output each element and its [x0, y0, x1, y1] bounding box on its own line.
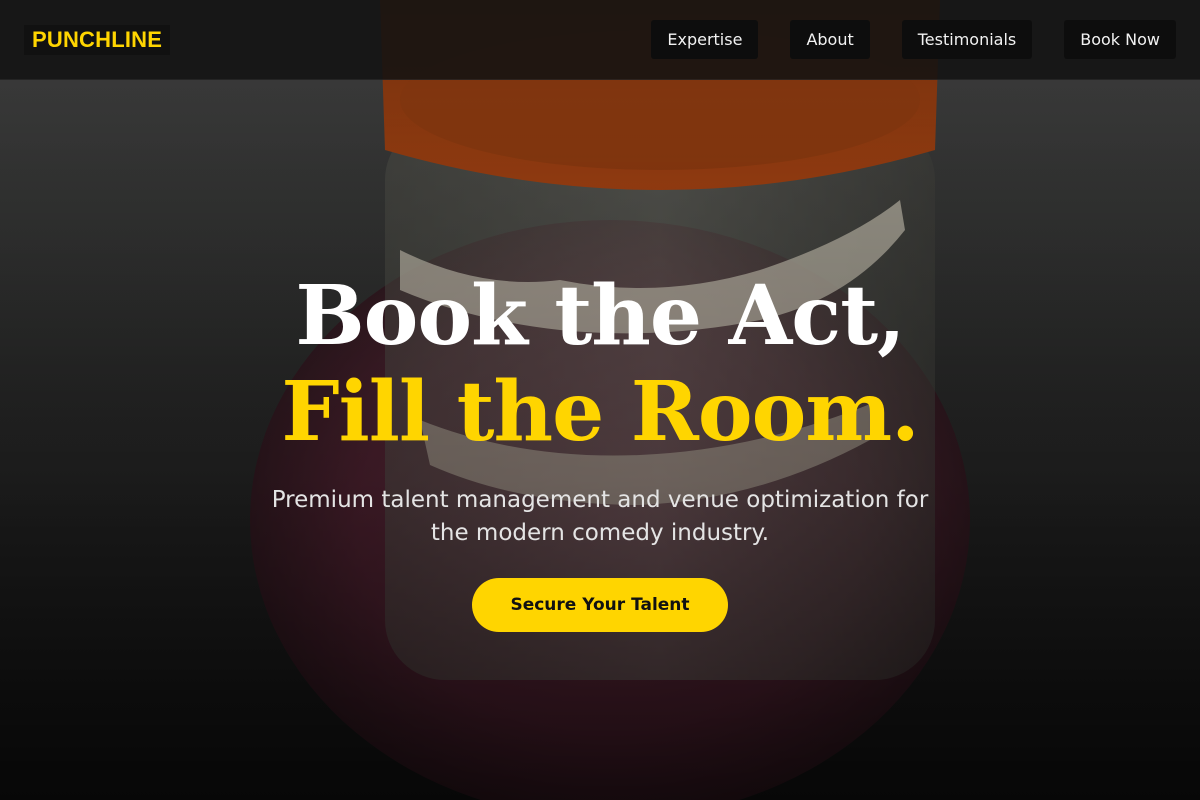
- secure-your-talent-button[interactable]: Secure Your Talent: [472, 578, 728, 632]
- nav-link-about[interactable]: About: [790, 20, 870, 59]
- top-navigation-bar: PUNCHLINE Expertise About Testimonials B…: [0, 0, 1200, 80]
- nav-link-expertise[interactable]: Expertise: [651, 20, 759, 59]
- hero-headline-line-2: Fill the Room.: [281, 364, 919, 460]
- nav-link-book-now[interactable]: Book Now: [1064, 20, 1176, 59]
- nav-link-testimonials[interactable]: Testimonials: [901, 20, 1033, 59]
- brand-logo[interactable]: PUNCHLINE: [24, 25, 171, 55]
- hero-headline-line-1: Book the Act,: [295, 268, 905, 364]
- hero-subtitle: Premium talent management and venue opti…: [271, 487, 929, 546]
- hero-section: Book the Act, Fill the Room. Premium tal…: [0, 268, 1200, 632]
- nav-links: Expertise About Testimonials Book Now: [651, 20, 1176, 59]
- hero-headline: Book the Act, Fill the Room.: [0, 268, 1200, 460]
